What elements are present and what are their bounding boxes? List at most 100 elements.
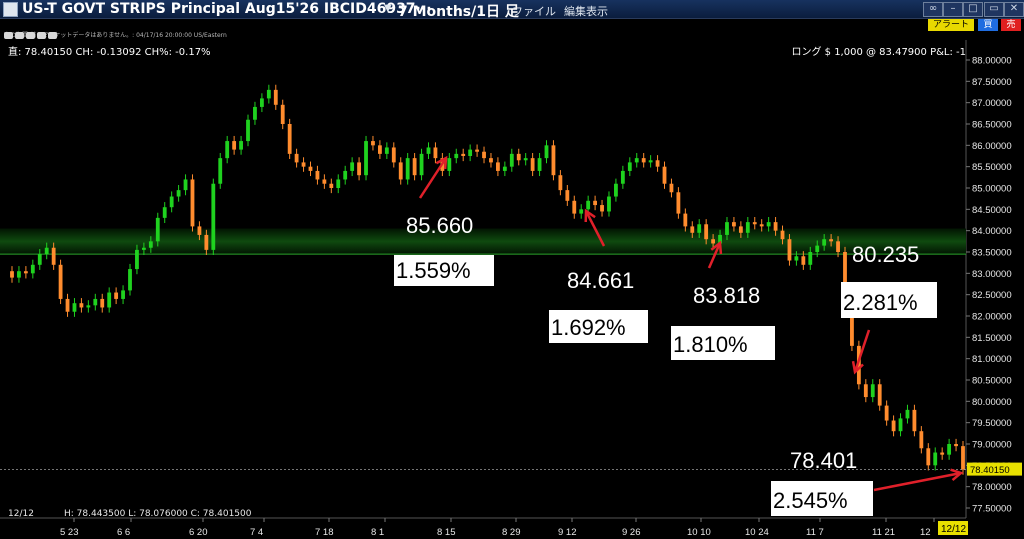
x-tick-label: 12 [920,527,931,538]
candle-body [454,153,459,159]
candle-body [10,271,14,278]
candle-body [801,256,806,265]
candle-body [794,256,799,261]
y-tick-label: 86.00000 [972,141,1012,152]
candle-body [537,158,542,171]
candle-body [468,149,473,156]
y-tick-label: 80.50000 [972,376,1012,387]
ohlc-info: H: 78.443500 L: 78.076000 C: 78.401500 [64,509,252,519]
candle-body [162,207,167,218]
y-tick-label: 78.00000 [972,482,1012,493]
candle-body [107,292,112,308]
candle-body [72,303,77,312]
y-tick-label: 79.50000 [972,418,1012,429]
candle-body [919,431,924,449]
annotation-value: 78.401 [790,448,857,473]
candle-body [732,222,736,227]
candle-body [759,224,764,227]
candle-body [65,298,70,312]
x-tick-label: 11 7 [806,527,824,538]
candle-body [808,252,813,265]
candle-body [815,245,820,252]
candle-body [780,230,785,240]
candle-body [51,247,56,265]
candle-body [79,303,84,308]
candle-body [607,196,611,212]
candle-body [128,269,132,291]
x-tick-label: 10 24 [745,527,769,538]
candle-body [447,158,452,171]
candle-body [350,162,355,171]
annotation-pct: 1.692% [551,315,626,340]
candle-body [391,147,396,163]
candle-body [551,145,556,176]
candle-body [100,298,105,308]
candle-body [655,160,660,167]
candle-body [357,162,361,176]
candle-body [912,409,917,432]
candle-body [523,158,528,161]
candle-body [405,158,410,180]
candle-body [232,141,237,150]
candle-body [648,160,653,163]
candle-body [905,409,910,419]
candle-body [329,183,334,188]
x-tick-label: 5 23 [60,527,79,538]
candle-body [662,166,667,184]
annotation-pct: 2.281% [843,290,918,315]
y-tick-label: 82.50000 [972,290,1012,301]
price-chart[interactable]: 88.00000 87.50000 87.00000 86.50000 86.00000… [0,0,1024,539]
y-tick-label: 83.50000 [972,248,1012,259]
x-tick-label: 7 18 [315,527,334,538]
y-tick-label: 88.00000 [972,56,1012,67]
candle-body [419,153,424,176]
y-tick-label: 84.50000 [972,205,1012,216]
candle-body [877,384,882,406]
last-date-tag-label: 12/12 [941,524,966,535]
candle-body [135,249,139,270]
candle-body [169,196,174,208]
candle-body [398,162,403,180]
candle-body [384,147,389,154]
candle-body [836,241,840,252]
x-tick-label: 8 1 [371,527,384,538]
candle-body [294,153,299,163]
candle-body [593,200,598,206]
candle-body [614,183,618,197]
candle-body [155,217,160,242]
candle-body [204,234,209,250]
annotation-pct: 2.545% [773,488,848,513]
candle-body [898,418,903,432]
x-tick-label: 10 10 [687,527,711,538]
candle-body [690,226,695,233]
candle-body [926,448,931,466]
candle-body [572,200,577,214]
candle-body [884,405,889,421]
candle-body [627,162,632,171]
y-tick-label: 86.50000 [972,120,1012,131]
candle-body [301,162,306,167]
candle-body [940,452,945,455]
candle-body [377,145,382,154]
annotation-value: 85.660 [406,213,473,238]
candle-body [336,179,341,188]
candle-body [725,222,729,235]
y-tick-label: 85.50000 [972,162,1012,173]
y-tick-label: 80.00000 [972,397,1012,408]
candle-body [322,179,327,184]
candle-body [315,170,320,180]
candle-body [197,226,202,235]
candle-body [482,151,486,159]
y-tick-label: 79.00000 [972,440,1012,451]
y-tick-label: 87.50000 [972,77,1012,88]
candle-body [586,200,591,210]
candle-body [280,104,285,124]
candle-body [634,158,639,163]
candle-body [426,147,431,154]
candle-body [863,384,868,398]
candle-body [530,158,535,171]
candle-body [891,420,896,432]
candle-body [745,222,750,233]
annotation-value: 84.661 [567,268,634,293]
candle-body [579,209,584,214]
